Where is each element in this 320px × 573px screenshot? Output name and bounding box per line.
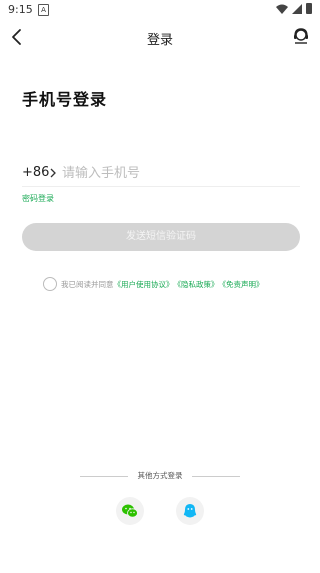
password-login-link[interactable]: 密码登录 bbox=[22, 193, 54, 204]
notification-icon: A bbox=[38, 4, 49, 16]
battery-icon bbox=[306, 3, 312, 14]
agreement-prefix: 我已阅读并同意 bbox=[61, 279, 114, 289]
wifi-icon bbox=[276, 4, 288, 14]
chevron-right-icon[interactable] bbox=[49, 168, 57, 178]
divider-line bbox=[192, 476, 240, 477]
customer-service-icon bbox=[294, 28, 308, 44]
disclaimer-link[interactable]: 《免责声明》 bbox=[219, 279, 264, 290]
qq-login-button[interactable] bbox=[176, 497, 204, 525]
agreement-checkbox[interactable] bbox=[43, 277, 57, 291]
phone-row: +86 bbox=[22, 162, 300, 187]
page-title: 登录 bbox=[146, 33, 173, 48]
status-icons bbox=[276, 3, 312, 14]
app-bar: 登录 bbox=[0, 24, 320, 52]
send-code-button[interactable]: 发送短信验证码 bbox=[22, 223, 300, 251]
login-heading: 手机号登录 bbox=[22, 90, 108, 109]
other-login-divider: 其他方式登录 bbox=[80, 470, 240, 482]
privacy-policy-link[interactable]: 《隐私政策》 bbox=[174, 279, 219, 290]
phone-input[interactable] bbox=[62, 162, 292, 184]
customer-service-button[interactable] bbox=[292, 27, 310, 45]
agreement-row: 我已阅读并同意 《用户使用协议》 《隐私政策》 《免责声明》 bbox=[43, 276, 264, 292]
wechat-icon bbox=[122, 504, 138, 518]
signal-icon bbox=[292, 3, 302, 14]
qq-icon bbox=[183, 504, 197, 518]
user-agreement-link[interactable]: 《用户使用协议》 bbox=[114, 279, 174, 290]
status-time: 9:15 bbox=[8, 3, 33, 16]
country-code-selector[interactable]: +86 bbox=[22, 165, 49, 180]
status-bar: 9:15 A bbox=[0, 0, 320, 20]
wechat-login-button[interactable] bbox=[116, 497, 144, 525]
